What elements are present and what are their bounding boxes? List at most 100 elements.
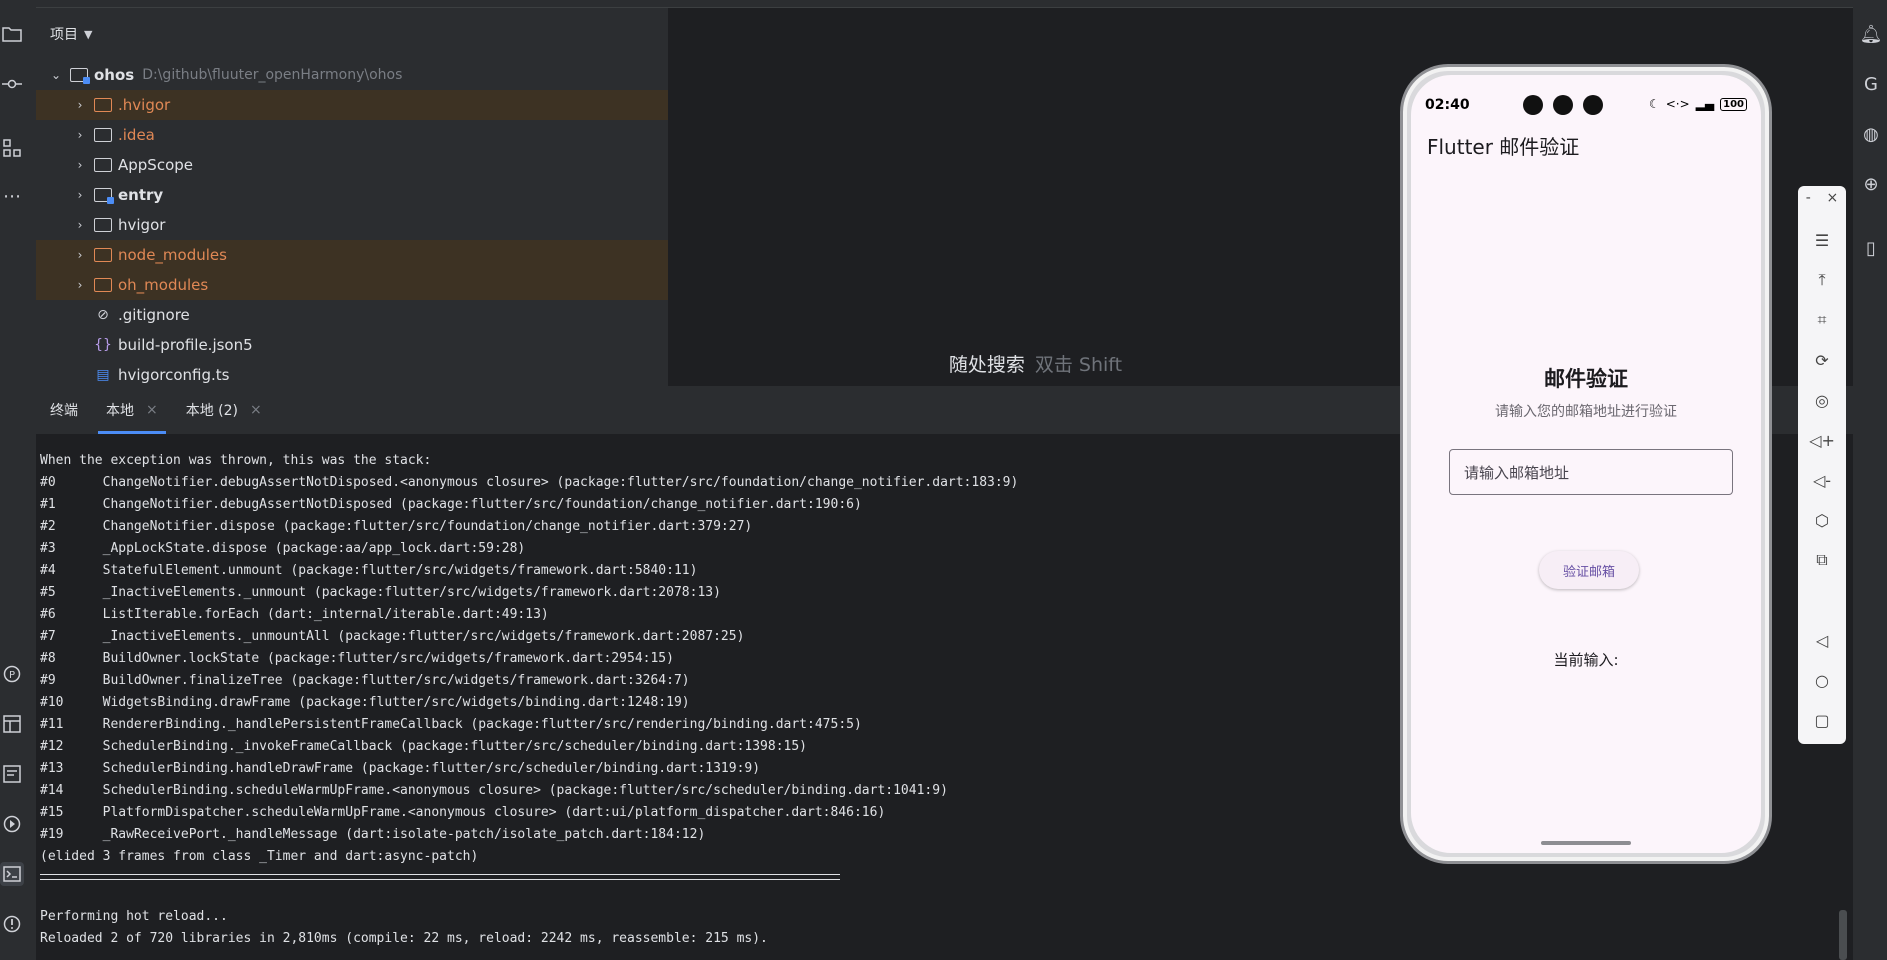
close-icon[interactable]: × (146, 402, 158, 418)
folder-icon (94, 128, 112, 142)
layout-icon[interactable] (0, 712, 24, 736)
tab-local[interactable]: 本地 × (92, 386, 172, 434)
tree-item-idea[interactable]: › .idea (36, 120, 668, 150)
terminal-line: Reloaded 2 of 720 libraries in 2,810ms (… (40, 931, 768, 946)
folder-icon (94, 158, 112, 172)
tree-item-label: hvigor (118, 216, 166, 234)
plugin-icon[interactable]: ⊕ (1859, 172, 1883, 196)
chevron-right-icon[interactable]: › (72, 188, 88, 202)
status-time: 02:40 (1425, 97, 1470, 113)
tree-item-label: entry (118, 186, 164, 204)
tree-root-ohos[interactable]: ⌄ ohos D:\github\fluuter_openHarmony\oho… (36, 60, 668, 90)
device-emulator: 02:40 ☾ <·> ▂▄ 100 Flutter 邮件验证 邮件验证 请输入… (1400, 64, 1772, 864)
tree-item-gitignore[interactable]: ⊘ .gitignore (36, 300, 668, 330)
tree-item-label: AppScope (118, 156, 193, 174)
tab-local-2[interactable]: 本地 (2) × (172, 386, 276, 434)
problems-icon[interactable] (0, 912, 24, 936)
shake-icon[interactable]: ⬡ (1798, 506, 1846, 534)
chevron-right-icon[interactable]: › (72, 128, 88, 142)
tree-item-label: .gitignore (118, 306, 190, 324)
chevron-down-icon: ▼ (84, 27, 93, 41)
back-icon[interactable]: ◁ (1798, 626, 1846, 654)
menu-icon[interactable]: ☰ (1798, 226, 1846, 254)
ts-file-icon: ▤ (96, 367, 110, 383)
structure-icon[interactable] (0, 136, 24, 160)
email-input[interactable]: 请输入邮箱地址 (1449, 449, 1733, 495)
terminal-line: Performing hot reload... (40, 909, 228, 924)
tab-label: 终端 (50, 403, 78, 419)
project-pane: 项目 ▼ ⌄ ohos D:\github\fluuter_openHarmon… (36, 8, 668, 386)
module-folder-icon (94, 188, 114, 204)
status-bar: 02:40 ☾ <·> ▂▄ 100 (1411, 95, 1761, 119)
hint-shortcut: 双击 Shift (1034, 354, 1123, 376)
terminal-separator (40, 874, 840, 880)
camera-cutouts (1523, 95, 1603, 115)
tree-item-entry[interactable]: › entry (36, 180, 668, 210)
gesture-home-bar[interactable] (1541, 841, 1631, 845)
battery-icon: 100 (1720, 97, 1747, 111)
home-icon[interactable]: ○ (1798, 666, 1846, 694)
tree-item-oh-modules[interactable]: › oh_modules (36, 270, 668, 300)
emulator-toolbar: - × ☰ ⤒ ⌗ ⟳ ◎ ◁+ ◁- ⬡ ⧉ ◁ ○ ▢ (1798, 186, 1846, 744)
minimize-icon[interactable]: - (1806, 190, 1811, 206)
chevron-right-icon[interactable]: › (72, 218, 88, 232)
rotate-icon[interactable]: ⟳ (1798, 346, 1846, 374)
project-header-label: 项目 (50, 27, 78, 43)
data-icon: <·> (1665, 97, 1690, 111)
log-icon[interactable] (0, 762, 24, 786)
more-icon[interactable]: ⋯ (0, 184, 24, 208)
project-folder-icon[interactable] (0, 22, 24, 46)
project-view-selector[interactable]: 项目 ▼ (36, 8, 668, 60)
recents-icon[interactable]: ▢ (1798, 706, 1846, 734)
terminal-scrollbar[interactable] (1839, 910, 1847, 960)
json-file-icon: {} (94, 337, 112, 353)
pin-top-icon[interactable]: ⤒ (1798, 266, 1846, 294)
folder-icon (94, 98, 112, 112)
tree-item-node-modules[interactable]: › node_modules (36, 240, 668, 270)
chevron-right-icon[interactable]: › (72, 158, 88, 172)
chevron-right-icon[interactable]: › (72, 98, 88, 112)
database-icon[interactable]: ◍ (1859, 122, 1883, 146)
moon-icon: ☾ (1648, 97, 1660, 111)
tree-item-hvigor[interactable]: › hvigor (36, 210, 668, 240)
folder-icon (94, 218, 112, 232)
close-icon[interactable]: × (250, 402, 262, 418)
device-manager-icon[interactable]: ▯ (1859, 236, 1883, 260)
tab-terminal[interactable]: 终端 (36, 386, 92, 434)
window-top-border (0, 0, 1887, 8)
module-folder-icon (70, 68, 90, 84)
tree-item-hvigor-hidden[interactable]: › .hvigor (36, 90, 668, 120)
gradle-icon[interactable]: G (1859, 72, 1883, 96)
chevron-right-icon[interactable]: › (72, 248, 88, 262)
ignore-file-icon: ⊘ (97, 307, 109, 323)
location-icon[interactable]: ◎ (1798, 386, 1846, 414)
tree-item-label: build-profile.json5 (118, 336, 253, 354)
tree-item-appscope[interactable]: › AppScope (36, 150, 668, 180)
tree-item-build-profile[interactable]: {} build-profile.json5 (36, 330, 668, 360)
chevron-down-icon[interactable]: ⌄ (48, 68, 64, 82)
volume-down-icon[interactable]: ◁- (1798, 466, 1846, 494)
close-icon[interactable]: × (1826, 190, 1838, 206)
right-tool-strip: 🔔︎ G ◍ ⊕ ▯ (1853, 0, 1887, 960)
volume-up-icon[interactable]: ◁+ (1798, 426, 1846, 454)
app-bar-title: Flutter 邮件验证 (1427, 135, 1580, 159)
run-icon[interactable] (0, 812, 24, 836)
editor-empty-area: 随处搜索 双击 Shift (668, 8, 1403, 386)
hint-main: 随处搜索 (948, 354, 1025, 376)
tree-item-label: oh_modules (118, 276, 209, 294)
chevron-right-icon[interactable]: › (72, 278, 88, 292)
notifications-icon[interactable]: 🔔︎ (1859, 22, 1883, 46)
left-tool-strip: ⋯ P (0, 0, 36, 960)
tab-label: 本地 (106, 403, 134, 419)
tree-item-hvigorconfig[interactable]: ▤ hvigorconfig.ts (36, 360, 668, 386)
device-screen[interactable]: 02:40 ☾ <·> ▂▄ 100 Flutter 邮件验证 邮件验证 请输入… (1411, 75, 1761, 853)
fold-icon[interactable]: ⧉ (1798, 546, 1846, 574)
commit-icon[interactable] (0, 72, 24, 96)
screenshot-crop-icon[interactable]: ⌗ (1798, 306, 1846, 334)
tree-item-label: .hvigor (118, 96, 171, 114)
tree-item-label: hvigorconfig.ts (118, 366, 230, 384)
terminal-icon[interactable] (0, 862, 24, 886)
status-icons: ☾ <·> ▂▄ 100 (1649, 97, 1747, 111)
verify-email-button[interactable]: 验证邮箱 (1539, 551, 1639, 589)
profiler-icon[interactable]: P (0, 662, 24, 686)
